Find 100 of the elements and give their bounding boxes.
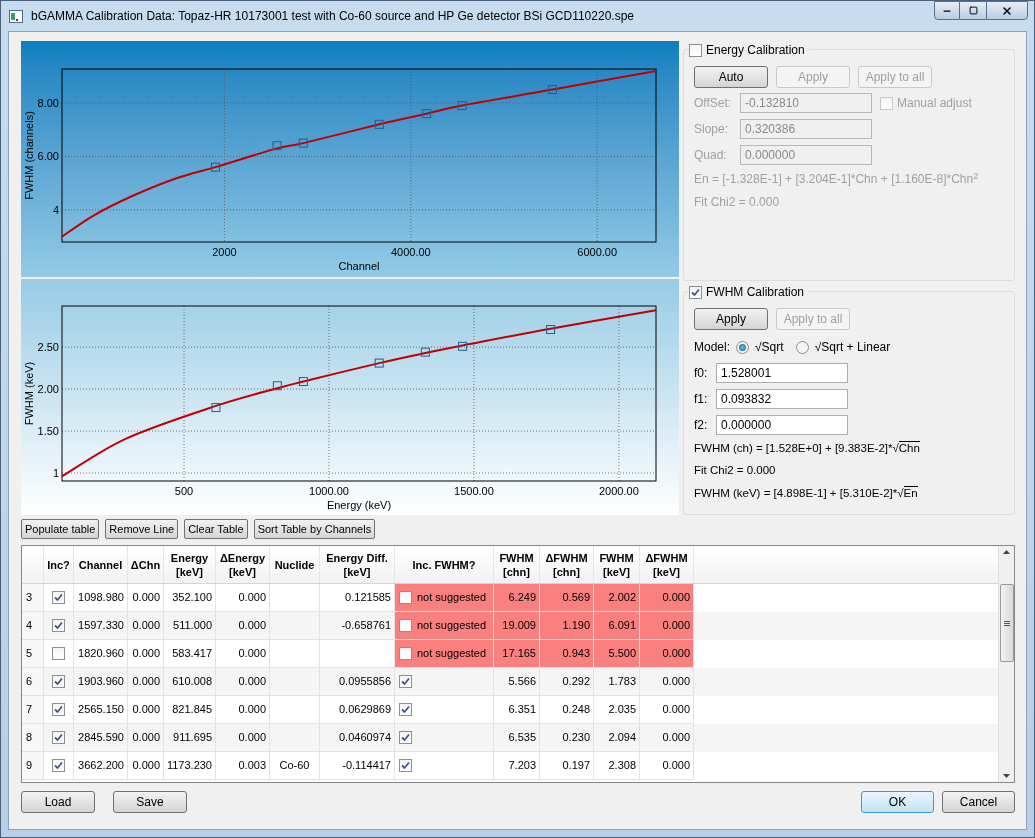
tick-label: 2.00: [37, 383, 59, 396]
checkbox[interactable]: [399, 675, 412, 688]
row-header[interactable]: 8: [22, 724, 44, 752]
checkbox[interactable]: [52, 675, 65, 688]
formula-text: Fit Chi2 = 0.000: [694, 463, 777, 479]
data-point: [272, 141, 282, 151]
column-header[interactable]: ΔEnergy [keV]: [216, 546, 270, 583]
data-point: [272, 381, 282, 391]
column-header[interactable]: ΔFWHM [keV]: [640, 546, 694, 583]
checkbox[interactable]: [399, 647, 412, 660]
table-button[interactable]: Sort Table by Channels: [253, 519, 376, 539]
data-point: [422, 109, 432, 119]
row-header[interactable]: 6: [22, 668, 44, 696]
field-label: OffSet:: [694, 95, 733, 112]
table-cell: 3662.200: [74, 752, 128, 780]
dialog-button[interactable]: OK: [861, 791, 934, 813]
dialog-button[interactable]: Cancel: [942, 791, 1015, 813]
row-header[interactable]: 3: [22, 584, 44, 612]
table-cell: 7.203: [494, 752, 540, 780]
button[interactable]: Auto: [694, 66, 768, 88]
column-header[interactable]: FWHM [chn]: [494, 546, 540, 583]
checkbox[interactable]: [399, 619, 412, 632]
checkbox[interactable]: [880, 96, 893, 110]
table-cell: 0.943: [540, 640, 594, 668]
checkbox[interactable]: [399, 759, 412, 772]
close-icon: [1001, 4, 1013, 17]
table-cell: Co-60: [270, 752, 320, 780]
group-title: Energy Calibration: [706, 42, 805, 59]
table-cell: 17.165: [494, 640, 540, 668]
row-header[interactable]: 4: [22, 612, 44, 640]
minimize-button[interactable]: [934, 1, 960, 20]
group-title: FWHM Calibration: [706, 284, 804, 301]
checkbox[interactable]: [52, 591, 65, 604]
radio-label: √Sqrt + Linear: [814, 339, 891, 356]
formula-text: En = [-1.328E-1] + [3.204E-1]*Chn + [1.160E-8]*Chn$^{2}$: [694, 170, 980, 188]
scrollbar[interactable]: [998, 546, 1014, 782]
column-header[interactable]: ΔFWHM [chn]: [540, 546, 594, 583]
checkbox[interactable]: [399, 703, 412, 716]
column-header[interactable]: ΔChn: [128, 546, 164, 583]
axis-title: Channel: [338, 260, 380, 272]
row-header[interactable]: 9: [22, 752, 44, 780]
table-button[interactable]: Clear Table: [184, 519, 248, 539]
checkbox[interactable]: [52, 619, 65, 632]
tick-label: 2000.00: [599, 485, 639, 497]
checkbox[interactable]: [399, 591, 412, 604]
table-button[interactable]: Remove Line: [105, 519, 179, 539]
tick-label: 4: [52, 203, 59, 216]
data-point: [546, 325, 556, 334]
checkbox-label: Manual adjust: [897, 95, 972, 112]
table-button[interactable]: Populate table: [21, 519, 100, 539]
maximize-button[interactable]: [960, 1, 986, 20]
row-header[interactable]: 7: [22, 696, 44, 724]
checkbox[interactable]: [399, 731, 412, 744]
scroll-down-icon[interactable]: [1003, 774, 1010, 778]
tick-label: 2000: [212, 246, 237, 258]
close-button[interactable]: [986, 1, 1028, 20]
footer-button[interactable]: Load: [21, 791, 95, 813]
scroll-up-icon[interactable]: [1003, 550, 1010, 554]
row-header[interactable]: 5: [22, 640, 44, 668]
group-checkbox[interactable]: [689, 43, 702, 57]
grip-icon: [1003, 620, 1010, 626]
data-point: [457, 101, 467, 111]
table-cell: 0.197: [540, 752, 594, 780]
field-label: f1:: [694, 391, 709, 408]
table-cell: 0.000: [640, 752, 694, 780]
checkbox[interactable]: [52, 703, 65, 716]
tick-label: 500: [174, 485, 194, 497]
group-checkbox[interactable]: [689, 285, 702, 299]
checkbox[interactable]: [52, 731, 65, 744]
suggestion-text: not suggested: [417, 590, 487, 606]
footer-button[interactable]: Save: [113, 791, 187, 813]
field-label: Quad:: [694, 147, 728, 164]
column-header[interactable]: Channel: [74, 546, 128, 583]
checkbox[interactable]: [52, 759, 65, 772]
data-point: [547, 85, 557, 95]
radio-button[interactable]: [795, 340, 809, 354]
table-cell: -0.114417: [320, 752, 395, 780]
data-point: [211, 162, 220, 172]
data-point: [298, 138, 308, 148]
data-point: [458, 341, 468, 351]
column-header[interactable]: Nuclide: [270, 546, 320, 583]
column-header[interactable]: Energy [keV]: [164, 546, 216, 583]
column-header[interactable]: FWHM [keV]: [594, 546, 640, 583]
tick-label: 2.50: [37, 341, 59, 354]
input-field[interactable]: 0.000000: [716, 415, 848, 435]
radio-button[interactable]: [736, 340, 750, 354]
tick-label: 8.00: [37, 96, 59, 109]
scrollbar-thumb[interactable]: [999, 584, 1014, 662]
suggestion-text: not suggested: [417, 646, 487, 662]
column-header[interactable]: Inc?: [44, 546, 74, 583]
input-field[interactable]: 1.528001: [716, 363, 848, 383]
input-field[interactable]: 0.093832: [716, 389, 848, 409]
column-header[interactable]: Inc. FWHM?: [395, 546, 494, 583]
formula-text: FWHM (keV) = [4.898E-1] + [5.310E-2]*√En: [694, 484, 919, 501]
column-header[interactable]: Energy Diff. [keV]: [320, 546, 395, 583]
table-cell: 5.500: [594, 640, 640, 668]
button[interactable]: Apply: [694, 308, 768, 330]
tick-label: 4000.00: [390, 246, 431, 258]
table-cell: 0.000: [640, 640, 694, 668]
checkbox[interactable]: [52, 647, 65, 660]
